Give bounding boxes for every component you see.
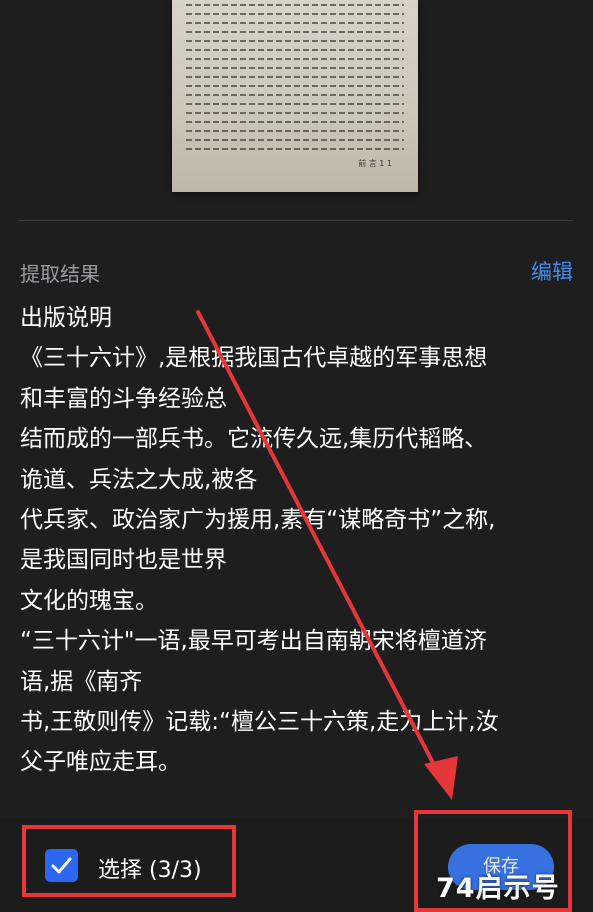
- text-line: 出版说明: [20, 305, 112, 331]
- page-number: 前 言 1 1: [358, 159, 392, 168]
- text-line: “三十六计"一语,最早可考出自南朝宋将檀道济: [20, 628, 487, 655]
- text-line: 和丰富的斗争经验总: [20, 385, 227, 412]
- extracted-text[interactable]: 出版说明 《三十六计》,是根据我国古代卓越的军事思想 和丰富的斗争经验总 结而成…: [20, 298, 575, 783]
- text-line: 语,据《南齐: [20, 668, 143, 695]
- section-title: 提取结果: [20, 262, 100, 286]
- scanned-page-thumbnail[interactable]: 前 言 1 1: [172, 0, 418, 192]
- select-count-label: 选择 (3/3): [98, 858, 202, 883]
- page-text-lines: [186, 4, 404, 157]
- text-line: 父子唯应走耳。: [20, 749, 181, 776]
- text-line: 《三十六计》,是根据我国古代卓越的军事思想: [20, 345, 488, 372]
- section-divider: [18, 220, 573, 221]
- text-line: 代兵家、政治家广为援用,素有“谋略奇书”之称,: [20, 507, 496, 534]
- text-line: 是我国同时也是世界: [20, 547, 227, 574]
- edit-button[interactable]: 编辑: [531, 256, 573, 286]
- document-preview: 前 言 1 1: [0, 0, 593, 220]
- select-all-checkbox[interactable]: [45, 849, 78, 882]
- text-line: 文化的瑰宝。: [20, 587, 158, 614]
- checkmark-icon: [51, 857, 72, 874]
- text-line: 结而成的一部兵书。它流传久远,集历代韬略、: [20, 426, 488, 453]
- watermark: 74启示号: [436, 873, 560, 904]
- text-line: 书,王敬则传》记载:“檀公三十六策,走为上计,汝: [20, 709, 499, 736]
- text-line: 诡道、兵法之大成,被各: [20, 466, 258, 493]
